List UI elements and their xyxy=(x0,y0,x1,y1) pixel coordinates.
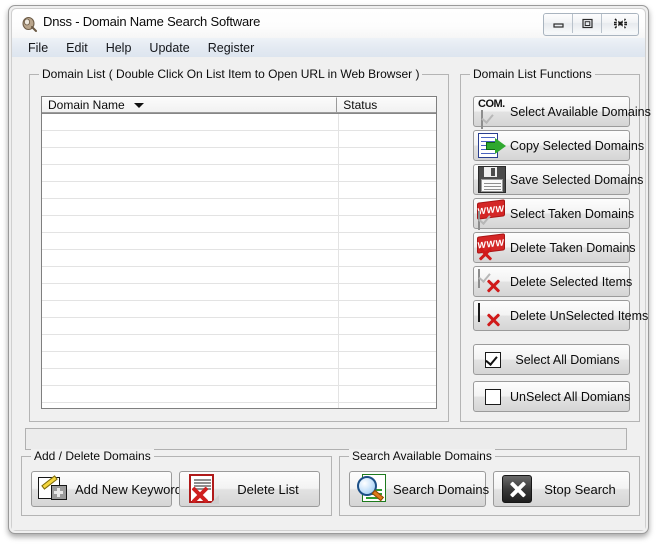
stop-search-label: Stop Search xyxy=(544,481,616,497)
list-row-empty xyxy=(42,301,436,318)
delete-selected-items-label: Delete Selected Items xyxy=(510,274,633,289)
www-banner-delete-icon: WWW xyxy=(476,232,510,261)
list-row-empty xyxy=(42,369,436,386)
search-available-domains-group: Search Available Domains Search Domains … xyxy=(339,449,640,516)
list-header-row: Domain Name Status xyxy=(42,97,436,114)
search-domains-button[interactable]: Search Domains xyxy=(349,471,489,507)
add-new-keywords-button[interactable]: Add New Keywords xyxy=(31,471,188,507)
delete-taken-domains-label: Delete Taken Domains xyxy=(510,240,636,255)
stop-x-icon xyxy=(497,475,537,503)
domain-list-view[interactable]: Domain Name Status xyxy=(41,96,437,409)
list-row-empty xyxy=(42,335,436,352)
list-row-empty xyxy=(42,131,436,148)
menu-item-file[interactable]: File xyxy=(19,38,57,57)
list-row-empty xyxy=(42,233,436,250)
column-header-status[interactable]: Status xyxy=(337,97,436,113)
copy-selected-domains-label: Copy Selected Domains xyxy=(510,138,645,153)
delete-list-label: Delete List xyxy=(237,481,299,497)
window-inner-frame: Dnss - Domain Name Search Software File … xyxy=(11,8,651,531)
list-row-empty xyxy=(42,284,436,301)
floppy-save-icon xyxy=(476,165,510,194)
add-delete-group-label: Add / Delete Domains xyxy=(31,449,154,463)
close-button[interactable] xyxy=(602,14,638,33)
stop-search-button[interactable]: Stop Search xyxy=(493,471,630,507)
maximize-button[interactable] xyxy=(573,14,602,33)
list-row-empty xyxy=(42,165,436,182)
window-controls xyxy=(543,13,639,36)
list-row-empty xyxy=(42,386,436,403)
delete-selected-items-button[interactable]: Delete Selected Items xyxy=(473,266,632,297)
checked-box-delete-icon xyxy=(476,268,510,295)
app-magnifier-icon xyxy=(21,15,38,32)
menu-item-update[interactable]: Update xyxy=(140,38,198,57)
list-row-empty xyxy=(42,216,436,233)
save-selected-domains-label: Save Selected Domains xyxy=(510,172,644,187)
com-checkbox-icon: COM. xyxy=(476,98,510,129)
delete-list-button[interactable]: Delete List xyxy=(179,471,320,507)
delete-taken-domains-button[interactable]: WWW Delete Taken Domains xyxy=(473,232,636,263)
menu-item-register[interactable]: Register xyxy=(199,38,264,57)
unchecked-box-delete-icon xyxy=(476,302,510,329)
menu-bar: File Edit Help Update Register xyxy=(12,38,645,58)
copy-selected-domains-button[interactable]: Copy Selected Domains xyxy=(473,130,644,161)
column-header-domain-name[interactable]: Domain Name xyxy=(42,97,338,113)
menu-item-help[interactable]: Help xyxy=(97,38,141,57)
edit-add-icon xyxy=(35,475,75,502)
add-delete-domains-group: Add / Delete Domains Add New Keywords De… xyxy=(21,449,332,516)
list-row-empty xyxy=(42,148,436,165)
status-bar xyxy=(25,428,627,450)
select-all-domains-label: Select All Domians xyxy=(515,352,620,367)
column-header-domain-name-label: Domain Name xyxy=(48,98,125,112)
functions-group-label: Domain List Functions xyxy=(470,67,595,81)
list-row-empty xyxy=(42,114,436,131)
list-body[interactable] xyxy=(42,114,436,408)
client-area: Domain List ( Double Click On List Item … xyxy=(12,57,651,530)
checked-box-icon xyxy=(476,351,510,368)
delete-unselected-items-label: Delete UnSelected Items xyxy=(510,308,649,323)
domain-list-group: Domain List ( Double Click On List Item … xyxy=(29,67,449,422)
menu-item-edit[interactable]: Edit xyxy=(57,38,97,57)
delete-unselected-items-button[interactable]: Delete UnSelected Items xyxy=(473,300,648,331)
sort-descending-icon xyxy=(133,102,144,108)
unchecked-box-icon xyxy=(476,388,510,405)
delete-document-icon xyxy=(183,474,223,504)
unselect-all-domains-label: UnSelect All Domians xyxy=(510,389,631,404)
save-selected-domains-button[interactable]: Save Selected Domains xyxy=(473,164,643,195)
add-new-keywords-label: Add New Keywords xyxy=(75,481,189,497)
domain-list-functions-group: Domain List Functions COM. Select Availa… xyxy=(460,67,651,422)
list-row-empty xyxy=(42,318,436,335)
select-all-domains-button[interactable]: Select All Domians xyxy=(473,344,630,375)
copy-icon xyxy=(476,132,510,159)
application-window: Dnss - Domain Name Search Software File … xyxy=(8,5,651,534)
www-banner-checkbox-icon: WWW xyxy=(476,198,510,230)
select-taken-domains-label: Select Taken Domains xyxy=(510,206,635,221)
column-divider xyxy=(338,114,339,408)
search-group-label: Search Available Domains xyxy=(349,449,495,463)
list-row-empty xyxy=(42,352,436,369)
magnifier-icon xyxy=(353,474,393,504)
list-row-empty xyxy=(42,250,436,267)
list-row-empty xyxy=(42,182,436,199)
unselect-all-domains-button[interactable]: UnSelect All Domians xyxy=(473,381,630,412)
window-title: Dnss - Domain Name Search Software xyxy=(43,14,261,29)
select-available-domains-label: Select Available Domains xyxy=(510,104,651,119)
select-available-domains-button[interactable]: COM. Select Available Domains xyxy=(473,96,651,129)
title-bar[interactable]: Dnss - Domain Name Search Software xyxy=(12,9,645,38)
list-row-empty xyxy=(42,267,436,284)
search-domains-label: Search Domains xyxy=(393,481,490,497)
domain-list-group-label: Domain List ( Double Click On List Item … xyxy=(39,67,423,81)
select-taken-domains-button[interactable]: WWW Select Taken Domains xyxy=(473,198,634,230)
column-header-status-label: Status xyxy=(343,98,378,112)
minimize-button[interactable] xyxy=(544,14,573,33)
list-row-empty xyxy=(42,199,436,216)
